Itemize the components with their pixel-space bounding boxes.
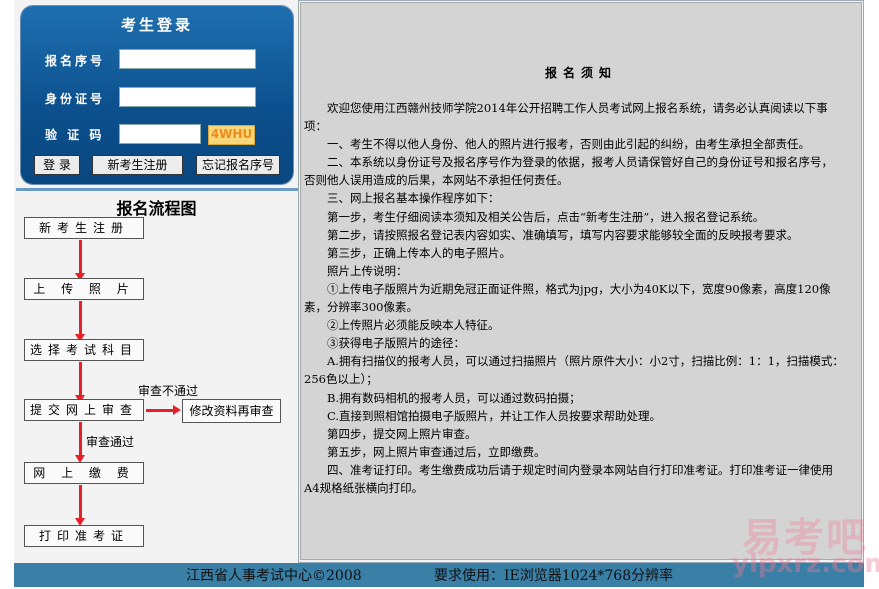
notice-title: 报名须知: [544, 66, 617, 80]
flow-step-payment: 网 上 缴 费: [24, 462, 144, 484]
flow-arrow-fail: [146, 405, 181, 415]
review-pass-label: 审查通过: [86, 435, 135, 449]
login-button[interactable]: 登 录: [34, 155, 80, 175]
footer-copyright: 江西省人事考试中心©2008: [186, 568, 362, 584]
reg-number-label: 报名序号: [45, 54, 106, 68]
notice-paragraph: A.拥有扫描仪的报考人员，可以通过扫描照片（照片原件大小：小2寸，扫描比例：1：…: [304, 354, 844, 387]
flow-arrow: [75, 485, 85, 526]
review-fail-label: 审查不通过: [138, 384, 199, 398]
forgot-number-button[interactable]: 忘记报名序号: [196, 155, 280, 175]
reg-number-input[interactable]: [119, 49, 256, 69]
flow-arrow: [75, 240, 85, 281]
section-divider: [16, 188, 298, 191]
flow-step-register: 新考生注册: [24, 217, 144, 239]
notice-paragraph: 四、准考证打印。考生缴费成功后请于规定时间内登录本网站自行打印准考证。打印准考证…: [304, 462, 833, 495]
notice-paragraph: C.直接到照相馆拍摄电子版照片，并让工作人员按要求帮助处理。: [327, 408, 662, 423]
notice-body: 欢迎您使用江西赣州技师学院2014年公开招聘工作人员考试网上报名系统，请务必认真…: [304, 99, 844, 497]
flow-step-submit-review: 提交网上审查: [24, 399, 144, 421]
flow-step-select-subject: 选择考试科目: [24, 339, 144, 361]
notice-paragraph: 第一步，考生仔细阅读本须知及相关公告后，点击“新考生注册”，进入报名登记系统。: [327, 209, 765, 224]
site-watermark: 易考吧 ylpxrz.com: [732, 505, 879, 583]
notice-paragraph: 第五步，网上照片审查通过后，立即缴费。: [327, 444, 546, 459]
notice-paragraph: 第二步，请按照报名登记表内容如实、准确填写，填写内容要求能够较全面的反映报考要求…: [327, 227, 799, 242]
id-number-label: 身份证号: [45, 92, 106, 106]
notice-paragraph: 三、网上报名基本操作程序如下：: [327, 191, 500, 206]
flow-step-modify-review: 修改资料再审查: [182, 399, 281, 423]
footer-requirement: 要求使用：IE浏览器1024*768分辨率: [434, 568, 674, 584]
flow-arrow: [75, 362, 85, 403]
notice-paragraph: 照片上传说明：: [327, 263, 408, 278]
flow-step-print-ticket: 打印准考证: [24, 525, 144, 547]
captcha-input[interactable]: [119, 124, 201, 144]
id-number-input[interactable]: [119, 87, 256, 107]
flow-title: 报名流程图: [116, 199, 197, 218]
captcha-label: 验 证 码: [45, 128, 105, 142]
notice-paragraph: 第三步，正确上传本人的电子照片。: [327, 245, 511, 260]
notice-paragraph: B.拥有数码相机的报考人员，可以通过数码拍摄；: [327, 390, 581, 405]
notice-paragraph: 欢迎您使用江西赣州技师学院2014年公开招聘工作人员考试网上报名系统，请务必认真…: [304, 101, 828, 134]
login-title: 考生登录: [120, 16, 193, 34]
captcha-image[interactable]: 4WHU: [208, 125, 255, 145]
register-button[interactable]: 新考生注册: [92, 155, 183, 175]
notice-paragraph: 第四步，提交网上照片审查。: [327, 426, 477, 441]
flow-step-upload-photo: 上 传 照 片: [24, 278, 144, 300]
watermark-url: ylpxrz.com: [732, 549, 879, 579]
flow-arrow: [75, 422, 85, 463]
login-box: 考生登录 报名序号 身份证号 验 证 码 4WHU 登 录 新考生注册 忘记报名…: [21, 6, 293, 184]
notice-paragraph: ②上传照片必须能反映本人特征。: [327, 318, 500, 333]
notice-paragraph: ③获得电子版照片的途径：: [327, 336, 465, 351]
flow-arrow: [75, 301, 85, 342]
notice-paragraph: 二、本系统以身份证号及报名序号作为登录的依据，报考人员请保管好自己的身份证号和报…: [304, 155, 833, 188]
notice-paragraph: 一、考生不得以他人身份、他人的照片进行报考，否则由此引起的纠纷，由考生承担全部责…: [327, 137, 810, 152]
notice-paragraph: ①上传电子版照片为近期免冠正面证件照，格式为jpg，大小为40K以下，宽度90像…: [304, 281, 831, 315]
